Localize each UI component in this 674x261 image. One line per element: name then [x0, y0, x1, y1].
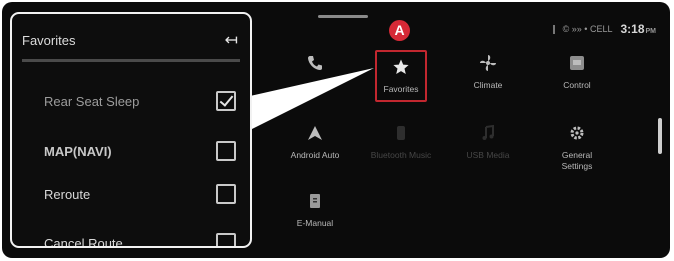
favorite-item-cancel-route[interactable]: Cancel Route — [44, 230, 236, 248]
favorites-panel: Favorites ↤ Rear Seat Sleep MAP(NAVI) Re… — [10, 12, 252, 248]
item-label: Cancel Route — [44, 235, 123, 248]
item-label: Rear Seat Sleep — [44, 93, 140, 109]
checkbox-checked[interactable] — [216, 91, 236, 111]
item-label: Reroute — [44, 186, 91, 202]
favorite-item-map-navi[interactable]: MAP(NAVI) — [44, 138, 236, 164]
panel-title: Favorites — [22, 33, 76, 48]
favorite-item-rear-seat-sleep[interactable]: Rear Seat Sleep — [44, 88, 236, 114]
checkbox[interactable] — [216, 233, 236, 246]
item-label: MAP(NAVI) — [44, 143, 112, 159]
favorite-item-reroute[interactable]: Reroute — [44, 181, 236, 207]
checkbox[interactable] — [216, 184, 236, 204]
divider — [22, 59, 240, 62]
back-arrow-icon[interactable]: ↤ — [225, 30, 238, 50]
checkbox[interactable] — [216, 141, 236, 161]
